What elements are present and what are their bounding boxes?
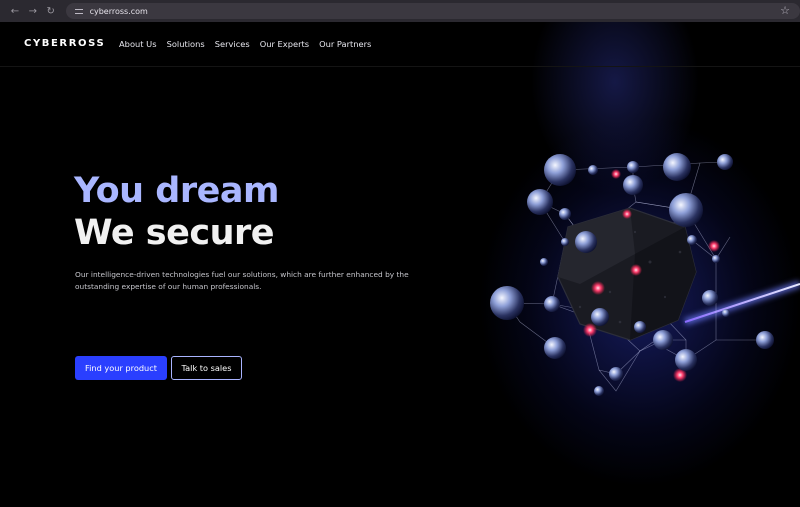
headline-line-2: We secure bbox=[74, 213, 275, 253]
bookmark-star-icon[interactable]: ☆ bbox=[780, 4, 790, 17]
back-button[interactable]: ← bbox=[6, 0, 24, 22]
hero-subtitle: Our intelligence-driven technologies fue… bbox=[75, 270, 409, 291]
web-page: CYBERROSS About Us Solutions Services Ou… bbox=[0, 22, 800, 507]
address-bar[interactable]: cyberross.com bbox=[65, 3, 800, 19]
talk-to-sales-button[interactable]: Talk to sales bbox=[171, 356, 242, 380]
find-your-product-button[interactable]: Find your product bbox=[75, 356, 167, 380]
forward-button[interactable]: → bbox=[24, 0, 42, 22]
nav-services[interactable]: Services bbox=[215, 39, 250, 49]
main-nav: About Us Solutions Services Our Experts … bbox=[119, 39, 371, 49]
browser-toolbar: ← → ↻ cyberross.com ☆ bbox=[0, 0, 800, 22]
nav-our-experts[interactable]: Our Experts bbox=[260, 39, 309, 49]
nav-our-partners[interactable]: Our Partners bbox=[319, 39, 371, 49]
site-info-icon[interactable] bbox=[74, 6, 84, 16]
nav-solutions[interactable]: Solutions bbox=[167, 39, 205, 49]
url-text: cyberross.com bbox=[89, 6, 148, 16]
reload-button[interactable]: ↻ bbox=[42, 0, 60, 22]
brand-logo[interactable]: CYBERROSS bbox=[24, 38, 105, 49]
nav-about-us[interactable]: About Us bbox=[119, 39, 157, 49]
hero-headline: You dream We secure bbox=[74, 170, 279, 254]
headline-line-1: You dream bbox=[74, 171, 279, 211]
hero-illustration bbox=[490, 22, 800, 396]
site-header: CYBERROSS About Us Solutions Services Ou… bbox=[0, 22, 800, 67]
